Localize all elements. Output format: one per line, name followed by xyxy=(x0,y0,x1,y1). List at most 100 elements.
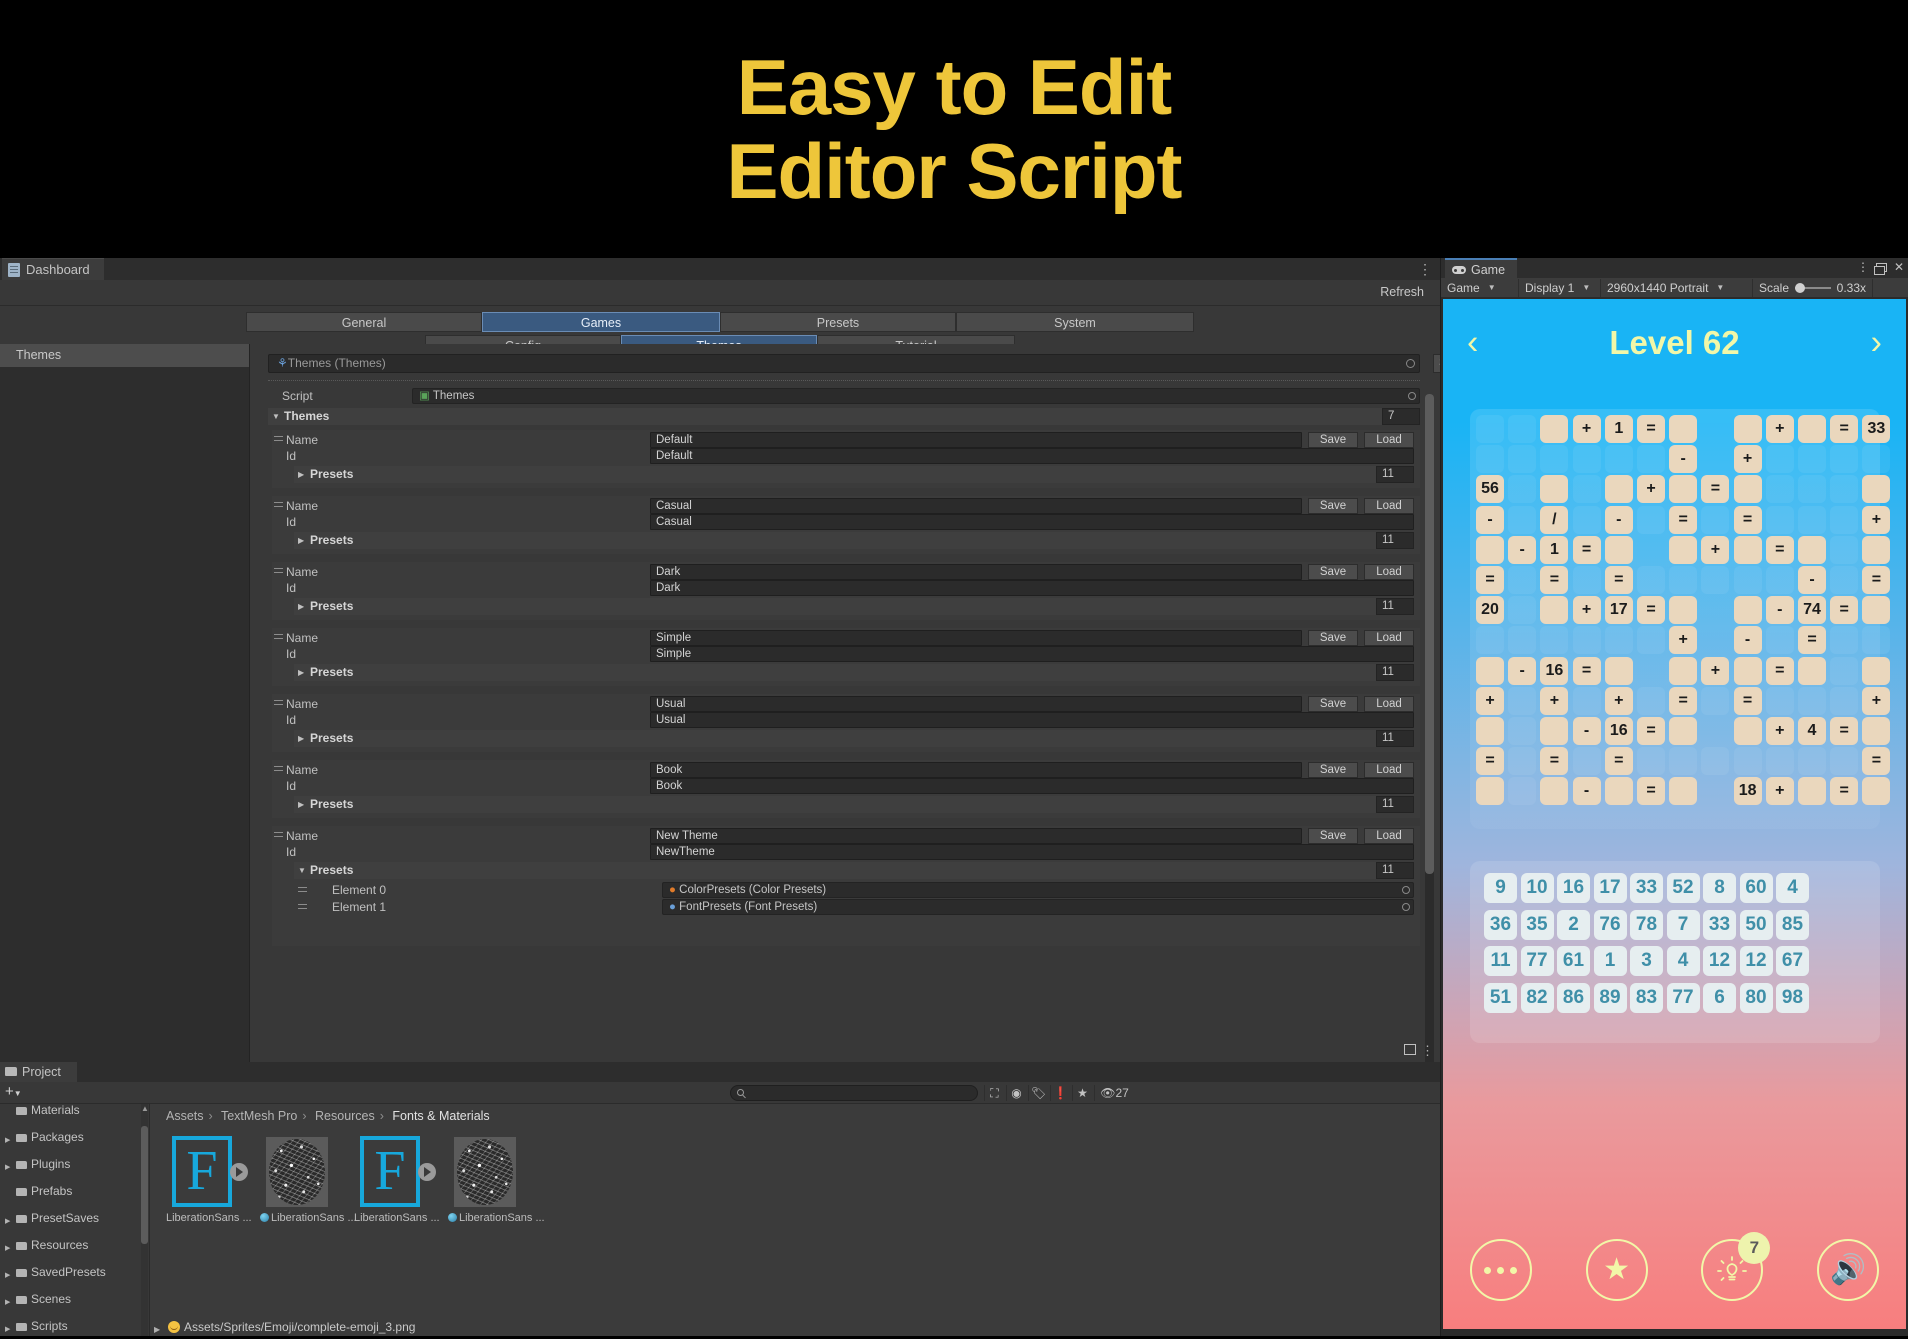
board-cell-value[interactable]: / xyxy=(1540,505,1569,534)
expand-asset-icon[interactable] xyxy=(230,1162,248,1181)
hidden-count-badge[interactable]: 👁27 xyxy=(1094,1085,1134,1101)
filter-label-icon[interactable]: 🏷 xyxy=(1028,1085,1048,1101)
board-cell-blank[interactable] xyxy=(1476,717,1504,745)
board-cell-blank[interactable] xyxy=(1733,415,1762,443)
board-cell-blank[interactable] xyxy=(1862,596,1891,625)
presets-header[interactable]: ▶ Presets 11 xyxy=(294,796,1414,813)
board-cell-value[interactable]: 18 xyxy=(1733,777,1762,806)
board-cell-value[interactable]: = xyxy=(1862,747,1891,776)
board-cell-value[interactable]: = xyxy=(1572,656,1601,685)
more-button[interactable] xyxy=(1469,1239,1532,1301)
scale-control[interactable]: Scale 0.33x xyxy=(1753,278,1873,297)
numpad-tile[interactable]: 67 xyxy=(1776,946,1809,976)
board-cell-blank[interactable] xyxy=(1540,415,1569,443)
tab-general[interactable]: General xyxy=(246,312,482,332)
load-button[interactable]: Load xyxy=(1364,630,1414,646)
breadcrumb-assets[interactable]: Assets xyxy=(166,1109,204,1123)
folder-node[interactable]: ▶ Packages xyxy=(0,1130,149,1145)
board-cell-value[interactable]: = xyxy=(1733,686,1762,715)
board-cell-value[interactable]: = xyxy=(1830,596,1859,625)
name-input[interactable]: Casual xyxy=(650,498,1302,514)
board-cell-value[interactable]: = xyxy=(1798,626,1826,655)
numpad-tile[interactable]: 50 xyxy=(1739,909,1773,940)
board-cell-blank[interactable] xyxy=(1476,656,1504,685)
name-input[interactable]: Simple xyxy=(650,630,1302,646)
project-window-tab[interactable]: Project xyxy=(0,1062,77,1082)
name-input[interactable]: Dark xyxy=(650,564,1302,580)
board-cell-value[interactable]: - xyxy=(1572,717,1601,745)
board-cell-value[interactable]: = xyxy=(1476,566,1504,594)
tab-games[interactable]: Games xyxy=(482,312,720,332)
presets-header[interactable]: ▼ Presets 11 xyxy=(294,862,1414,879)
save-button[interactable]: Save xyxy=(1308,696,1358,712)
numpad-tile[interactable]: 3 xyxy=(1630,946,1663,976)
numpad-tile[interactable]: 86 xyxy=(1557,982,1590,1013)
board-cell-blank[interactable] xyxy=(1476,535,1504,564)
board-cell-blank[interactable] xyxy=(1798,535,1826,564)
save-button[interactable]: Save xyxy=(1308,432,1358,448)
chevron-right-icon[interactable]: ▶ xyxy=(5,1323,10,1336)
board-cell-value[interactable]: = xyxy=(1604,747,1633,776)
board-cell-blank[interactable] xyxy=(1540,475,1569,504)
element-object-field[interactable]: ● FontPresets (Font Presets) xyxy=(662,899,1414,915)
presets-count[interactable]: 11 xyxy=(1376,862,1414,879)
select-button[interactable]: Select xyxy=(1433,354,1440,373)
board-cell-value[interactable]: + xyxy=(1862,505,1891,534)
tree-scrollbar[interactable]: ▲ ▼ xyxy=(141,1104,149,1336)
board-cell-value[interactable]: + xyxy=(1637,475,1665,504)
game-window-tab[interactable]: Game xyxy=(1445,258,1518,278)
board-cell-value[interactable]: = xyxy=(1637,777,1665,806)
board-cell-value[interactable]: - xyxy=(1508,656,1537,685)
board-cell-value[interactable]: 16 xyxy=(1540,656,1569,685)
chevron-right-icon[interactable]: ▶ xyxy=(5,1269,10,1283)
numpad-tile[interactable]: 89 xyxy=(1593,982,1627,1013)
chevron-right-icon[interactable]: ▶ xyxy=(5,1161,10,1175)
folder-node[interactable]: ▶ Resources xyxy=(0,1238,149,1253)
numpad-tile[interactable]: 2 xyxy=(1557,909,1590,940)
next-level-button[interactable]: › xyxy=(1871,324,1882,363)
board-cell-value[interactable]: + xyxy=(1701,535,1730,564)
board-cell-value[interactable]: + xyxy=(1765,777,1794,806)
board-cell-value[interactable]: 33 xyxy=(1862,415,1891,443)
board-cell-value[interactable]: - xyxy=(1733,626,1762,655)
folder-node[interactable]: ▶ Plugins xyxy=(0,1157,149,1175)
board-cell-value[interactable]: - xyxy=(1572,777,1601,806)
board-cell-blank[interactable] xyxy=(1669,596,1698,625)
numpad-tile[interactable]: 6 xyxy=(1703,982,1736,1013)
board-cell-value[interactable]: = xyxy=(1604,566,1633,594)
prev-level-button[interactable]: ‹ xyxy=(1467,324,1478,363)
numpad-tile[interactable]: 77 xyxy=(1520,946,1554,976)
numpad-tile[interactable]: 11 xyxy=(1484,946,1517,976)
save-button[interactable]: Save xyxy=(1308,564,1358,580)
id-input[interactable]: Usual xyxy=(650,712,1414,728)
board-cell-value[interactable]: + xyxy=(1572,596,1601,625)
presets-count[interactable]: 11 xyxy=(1376,466,1414,483)
id-input[interactable]: Casual xyxy=(650,514,1414,530)
board-cell-blank[interactable] xyxy=(1669,535,1698,564)
load-button[interactable]: Load xyxy=(1364,696,1414,712)
board-cell-blank[interactable] xyxy=(1862,717,1891,745)
numpad-tile[interactable]: 80 xyxy=(1739,982,1773,1013)
board-cell-value[interactable]: + xyxy=(1701,656,1730,685)
drag-handle[interactable] xyxy=(274,568,283,573)
board-cell-value[interactable]: = xyxy=(1830,717,1859,745)
name-input[interactable]: Book xyxy=(650,762,1302,778)
numpad-tile[interactable]: 17 xyxy=(1593,873,1627,903)
asset-item[interactable]: F LiberationSans ... xyxy=(166,1134,252,1224)
script-picker-icon[interactable] xyxy=(1408,392,1416,400)
resolution-dropdown[interactable]: 2960x1440 Portrait ▼ xyxy=(1601,278,1753,297)
numpad-tile[interactable]: 7 xyxy=(1666,909,1700,940)
numpad-tile[interactable]: 10 xyxy=(1520,873,1554,903)
board-cell-blank[interactable] xyxy=(1733,656,1762,685)
refresh-button[interactable]: Refresh xyxy=(1370,282,1434,302)
load-button[interactable]: Load xyxy=(1364,762,1414,778)
numpad-tile[interactable]: 77 xyxy=(1666,982,1700,1013)
element-object-field[interactable]: ● ColorPresets (Color Presets) xyxy=(662,882,1414,898)
dashboard-window-menu-icon[interactable]: ⋮ xyxy=(1418,261,1432,278)
board-cell-value[interactable]: = xyxy=(1637,596,1665,625)
board-cell-blank[interactable] xyxy=(1798,656,1826,685)
board-cell-blank[interactable] xyxy=(1540,777,1569,806)
view-dropdown[interactable]: Game ▼ xyxy=(1441,278,1519,297)
save-button[interactable]: Save xyxy=(1308,828,1358,844)
id-input[interactable]: Default xyxy=(650,448,1414,464)
